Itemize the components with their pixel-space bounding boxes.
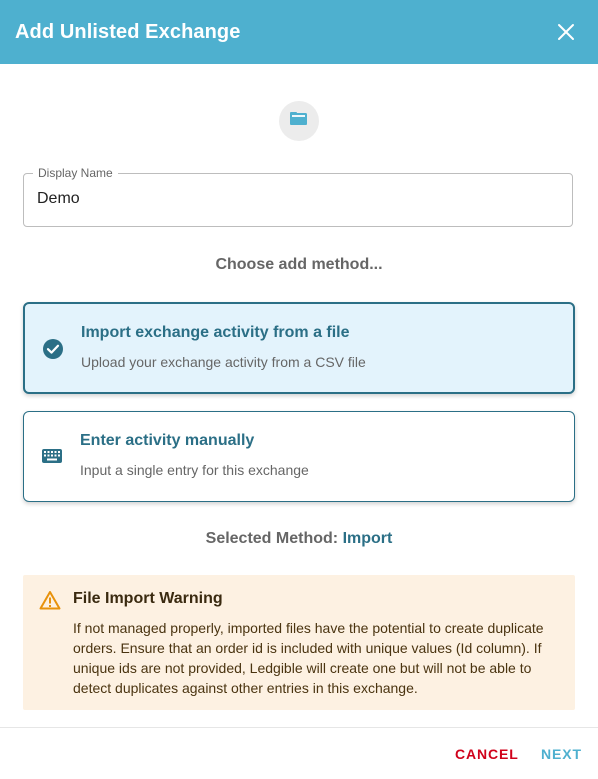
display-name-label: Display Name xyxy=(33,166,118,180)
check-circle-icon xyxy=(42,338,64,365)
method-subtitle-import: Upload your exchange activity from a CSV… xyxy=(81,354,366,370)
display-name-input[interactable] xyxy=(37,190,537,208)
close-icon[interactable] xyxy=(556,22,576,42)
method-card-manual[interactable]: Enter activity manually Input a single e… xyxy=(23,411,575,502)
method-subtitle-manual: Input a single entry for this exchange xyxy=(80,462,309,478)
warning-title: File Import Warning xyxy=(73,590,223,607)
method-title-import: Import exchange activity from a file xyxy=(81,324,350,341)
selected-method-label: Selected Method: xyxy=(205,530,339,547)
folder-icon xyxy=(289,111,309,132)
method-title-manual: Enter activity manually xyxy=(80,432,255,449)
footer-divider xyxy=(0,727,598,728)
file-import-warning: File Import Warning If not managed prope… xyxy=(23,575,575,710)
choose-method-label: Choose add method... xyxy=(215,256,383,273)
dialog-title: Add Unlisted Exchange xyxy=(15,20,241,43)
next-button[interactable]: NEXT xyxy=(541,746,582,762)
selected-method-value: Import xyxy=(342,530,393,547)
folder-icon-badge xyxy=(279,101,319,141)
dialog-header: Add Unlisted Exchange xyxy=(0,0,598,64)
warning-triangle-icon xyxy=(39,590,61,615)
warning-text: If not managed properly, imported files … xyxy=(73,620,544,696)
keyboard-icon xyxy=(42,449,62,468)
method-card-import[interactable]: Import exchange activity from a file Upl… xyxy=(23,302,575,394)
selected-method-line: Selected Method: Import xyxy=(0,530,598,548)
display-name-field: Display Name xyxy=(23,166,573,227)
cancel-button[interactable]: CANCEL xyxy=(455,746,519,762)
